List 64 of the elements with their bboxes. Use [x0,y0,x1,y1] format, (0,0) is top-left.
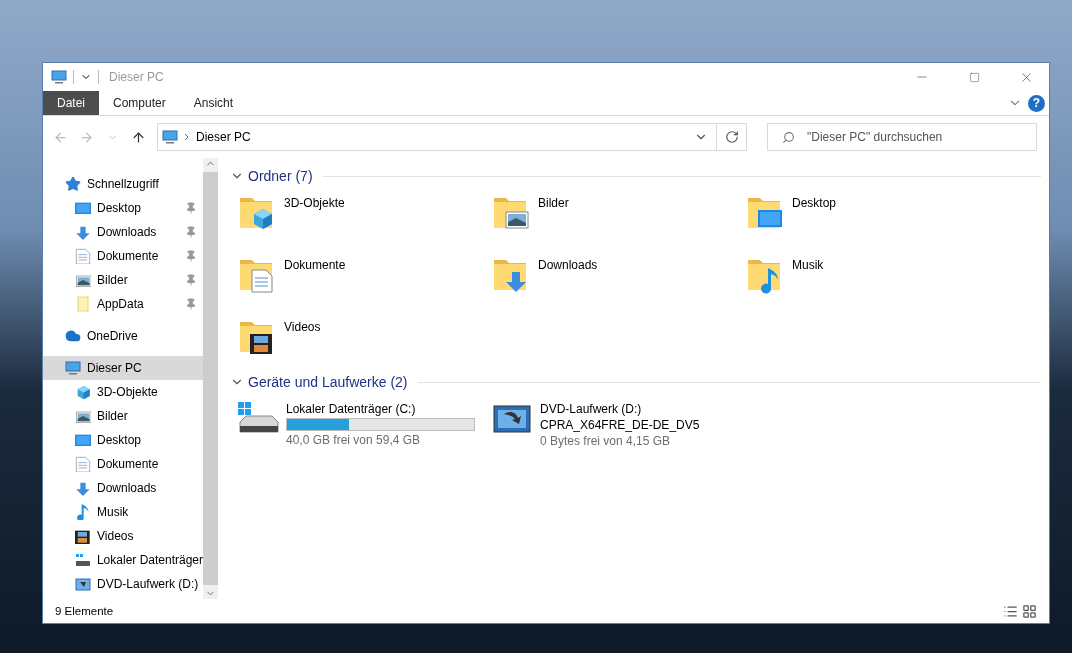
nav-item[interactable]: Downloads [43,220,203,244]
folder-icon [75,296,91,312]
documents-icon [75,456,91,472]
breadcrumb-chevron-icon [184,133,190,141]
window-title: Dieser PC [109,70,165,84]
refresh-icon [724,130,739,144]
help-button[interactable]: ? [1028,94,1045,112]
file-tab[interactable]: Datei [43,91,99,115]
nav-item[interactable]: Musik [43,500,203,524]
pictures-icon [75,408,91,424]
videos-icon [75,528,91,544]
right-arrow-icon [78,129,94,145]
nav-item[interactable]: Schnellzugriff [43,172,203,196]
nav-item[interactable]: DVD-Laufwerk (D:) [43,572,203,596]
drive-item[interactable]: DVD-Laufwerk (D:) CPRA_X64FRE_DE-DE_DV5 0 Bytes frei von 4,15 GB [490,392,744,454]
objects3d-icon [75,384,91,400]
desktop-icon [75,200,91,216]
nav-item[interactable]: Dieser PC [43,356,203,380]
nav-item[interactable]: Lokaler Datenträger [43,548,203,572]
cloud-icon [65,328,81,344]
star-icon [65,176,81,192]
folder-item[interactable]: Videos [236,310,490,372]
desktop-icon [75,432,91,448]
search-field[interactable]: "Dieser PC" durchsuchen [767,123,1037,151]
maximize-icon [968,71,980,83]
folder-item[interactable]: Desktop [744,186,998,248]
details-view-button[interactable] [1003,603,1018,619]
group-title: Ordner (7) [248,168,313,184]
nav-item[interactable]: Downloads [43,476,203,500]
nav-item[interactable]: Dokumente [43,452,203,476]
ribbon-tab[interactable]: Computer [99,91,180,115]
search-icon [782,130,795,144]
documents-icon [75,248,91,264]
ribbon-tab[interactable]: Ansicht [179,91,248,115]
details-view-icon [1003,603,1018,619]
nav-item[interactable]: Bilder [43,268,203,292]
nav-item[interactable]: OneDrive [43,324,203,348]
computer-icon [65,360,81,376]
computer-icon [51,69,67,85]
folder-item[interactable]: Dokumente [236,248,490,310]
downloads-icon [75,480,91,496]
nav-item[interactable]: AppData [43,292,203,316]
downloads-icon [75,224,91,240]
nav-item[interactable]: Dokumente [43,244,203,268]
hard-drive-icon [75,552,91,568]
nav-item[interactable]: Bilder [43,404,203,428]
nav-item[interactable]: Desktop [43,428,203,452]
item-count: 9 Elemente [55,605,114,617]
dvd-drive-icon [75,576,91,592]
folder-item[interactable]: 3D-Objekte [236,186,490,248]
nav-item[interactable]: Videos [43,524,203,548]
computer-icon [162,129,178,145]
folder-item[interactable]: Downloads [490,248,744,310]
folder-item[interactable]: Musik [744,248,998,310]
nav-item[interactable]: Desktop [43,196,203,220]
music-icon [75,504,91,520]
folder-item[interactable]: Bilder [490,186,744,248]
tiles-view-button[interactable] [1022,603,1037,619]
nav-item[interactable]: 3D-Objekte [43,380,203,404]
tiles-view-icon [1022,603,1037,619]
drive-item[interactable]: Lokaler Datenträger (C:) 40,0 GB frei von 59,4 GB [236,392,490,454]
group-title: Geräte und Laufwerke (2) [248,374,408,390]
pictures-icon [75,272,91,288]
address-bar[interactable]: Dieser PC [157,123,747,151]
